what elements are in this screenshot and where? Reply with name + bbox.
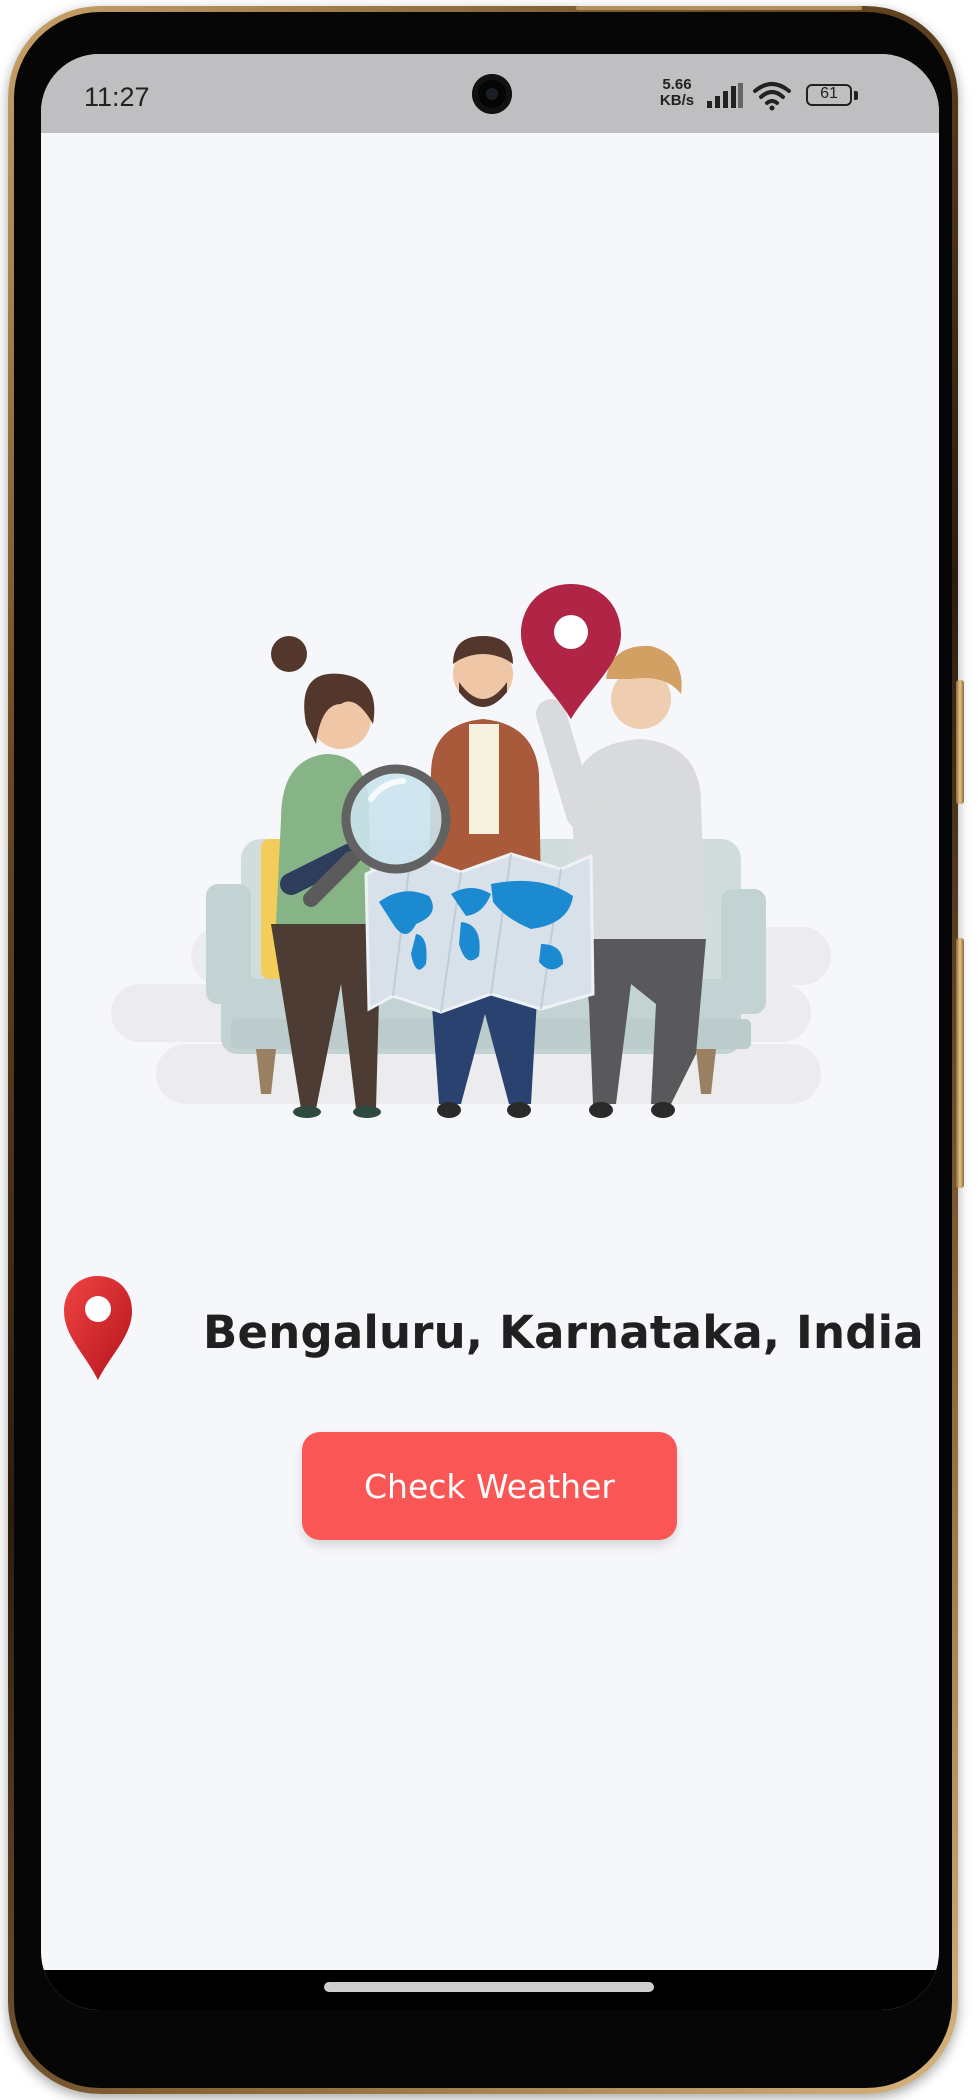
phone-top-edge — [576, 6, 862, 10]
network-speed-value: 5.66 — [662, 76, 692, 93]
app-screen: 11:27 5.66 KB/s 61 Bengaluru, Karnataka,… — [41, 54, 939, 2010]
map-pin-icon — [521, 584, 621, 719]
power-button — [956, 938, 964, 1188]
location-text: Bengaluru, Karnataka, India — [203, 1306, 924, 1359]
home-indicator[interactable] — [324, 1982, 654, 1992]
status-time: 11:27 — [84, 82, 150, 112]
network-speed-unit: KB/s — [659, 92, 695, 109]
status-bar: 11:27 5.66 KB/s 61 — [41, 54, 939, 133]
battery-level: 61 — [820, 85, 838, 102]
location-pin-icon — [64, 1276, 132, 1380]
signal-icon — [707, 83, 743, 108]
front-camera — [472, 74, 512, 114]
battery-tip — [854, 91, 858, 100]
wifi-icon — [753, 82, 791, 111]
network-speed: 5.66 KB/s — [656, 77, 698, 109]
phone-frame: 11:27 5.66 KB/s 61 Bengaluru, Karnataka,… — [8, 6, 964, 2094]
location-row: Bengaluru, Karnataka, India — [61, 1274, 924, 1384]
volume-button — [956, 680, 964, 804]
navigation-bar — [41, 1970, 939, 2010]
world-map — [364, 852, 595, 1014]
travel-map-illustration — [111, 584, 831, 1118]
check-weather-button[interactable]: Check Weather — [302, 1432, 677, 1540]
battery-icon: 61 — [806, 84, 852, 106]
